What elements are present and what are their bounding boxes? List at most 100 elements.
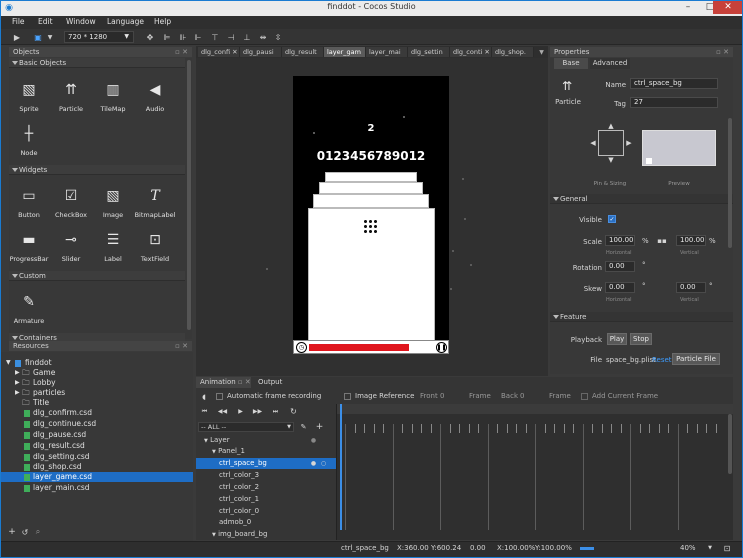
menu-file[interactable]: File	[12, 17, 25, 26]
tab-layer-main[interactable]: layer_mai ✕	[366, 47, 408, 66]
section-widgets[interactable]: Widgets	[9, 165, 185, 175]
object-sprite[interactable]: ▧ Sprite	[9, 80, 49, 120]
align-center-icon[interactable]: ⊪	[178, 32, 188, 42]
output-tab[interactable]: Output	[255, 377, 289, 388]
skew-v-input[interactable]: 0.00	[676, 282, 706, 293]
refresh-icon[interactable]: ↺	[20, 527, 30, 537]
panel-menu-icon[interactable]: ▫ ✕	[175, 341, 188, 351]
reset-link[interactable]: Reset	[652, 356, 672, 364]
tab-dlg-setting[interactable]: dlg_settin ✕	[408, 47, 450, 66]
arrow-left-icon[interactable]: ◀	[588, 139, 598, 147]
properties-tab-advanced[interactable]: Advanced	[590, 58, 630, 69]
align-top-icon[interactable]: ⊤	[210, 32, 220, 42]
object-audio[interactable]: ◀ Audio	[135, 80, 175, 120]
properties-scrollbar[interactable]	[728, 118, 732, 248]
rotation-input[interactable]: 0.00	[605, 261, 635, 272]
minimize-button[interactable]: –	[677, 0, 699, 14]
add-animation-icon[interactable]: +	[315, 422, 324, 432]
tab-dlg-shop[interactable]: dlg_shop. ✕	[492, 47, 534, 66]
arrow-down-icon[interactable]: ▼	[606, 156, 616, 164]
next-frame-icon[interactable]: ▶▶	[253, 407, 262, 416]
tab-dlg-confirm[interactable]: dlg_confi ✕	[198, 47, 240, 57]
panel-menu-icon[interactable]: ▫ ✕	[716, 47, 729, 57]
tree-file-dlg-continue[interactable]: dlg_continue.csd	[0, 419, 193, 429]
device-viewport[interactable]: 2 0123456789012 ◷ ❚❚	[293, 76, 449, 354]
distribute-v-icon[interactable]: ⇳	[273, 32, 283, 42]
align-bottom-icon[interactable]: ⊥	[242, 32, 252, 42]
tab-dlg-result[interactable]: dlg_result ✕	[282, 47, 324, 66]
first-frame-icon[interactable]: ⏮	[200, 407, 209, 416]
tree-folder-particles[interactable]: ▶ 🗀 particles	[0, 388, 193, 398]
widget-label[interactable]: ☰ Label	[93, 230, 133, 270]
tree-project[interactable]: ▼ finddot	[0, 358, 193, 368]
section-basic-objects[interactable]: Basic Objects	[9, 58, 185, 68]
tab-layer-game[interactable]: layer_gam ✕	[324, 47, 366, 66]
tab-dlg-pause[interactable]: dlg_pausi ✕	[240, 47, 282, 66]
timeline-row-panel[interactable]: ▼ Panel_1	[196, 446, 330, 457]
tree-file-layer-main[interactable]: layer_main.csd	[0, 483, 193, 493]
custom-armature[interactable]: ✎ Armature	[9, 292, 49, 332]
tree-file-dlg-setting[interactable]: dlg_setting.csd	[0, 452, 193, 462]
widget-textfield[interactable]: ⊡ TextField	[135, 230, 175, 270]
object-particle[interactable]: ⇈ Particle	[51, 80, 91, 120]
timeline-row-ctrl-color-3[interactable]: ctrl_color_3	[196, 470, 330, 481]
widget-progressbar[interactable]: ▬ ProgressBar	[9, 230, 49, 270]
particle-file-button[interactable]: Particle File	[672, 353, 720, 365]
scale-h-input[interactable]: 100.00	[605, 235, 635, 246]
timeline-row-ctrl-color-0[interactable]: ctrl_color_0	[196, 506, 330, 517]
menu-window[interactable]: Window	[66, 17, 96, 26]
align-middle-icon[interactable]: ⊣	[226, 32, 236, 42]
lock-icon[interactable]: ○	[320, 460, 327, 467]
tree-file-layer-game[interactable]: layer_game.csd	[0, 472, 193, 482]
menu-help[interactable]: Help	[154, 17, 171, 26]
close-button[interactable]: ✕	[713, 0, 743, 14]
stop-button[interactable]: Stop	[630, 333, 652, 345]
pause-icon[interactable]: ❚❚	[436, 342, 447, 353]
widget-image[interactable]: ▧ Image	[93, 186, 133, 226]
tab-dlg-continue[interactable]: dlg_conti ✕	[450, 47, 492, 57]
tree-file-dlg-confirm[interactable]: dlg_confirm.csd	[0, 408, 193, 418]
timeline-row-admob[interactable]: admob_0	[196, 517, 330, 528]
timeline-row-ctrl-color-1[interactable]: ctrl_color_1	[196, 494, 330, 505]
play-button[interactable]: Play	[607, 333, 627, 345]
scale-v-input[interactable]: 100.00	[676, 235, 706, 246]
arrow-up-icon[interactable]: ▲	[606, 122, 616, 130]
add-frame-checkbox[interactable]	[581, 393, 588, 400]
distribute-h-icon[interactable]: ⇹	[258, 32, 268, 42]
section-feature[interactable]: Feature	[550, 312, 733, 322]
eye-icon[interactable]: ●	[310, 437, 317, 444]
resolution-select[interactable]: 720 * 1280 ▼	[64, 31, 134, 43]
zoom-dropdown-icon[interactable]: ▼	[706, 544, 714, 552]
tree-folder-title[interactable]: 🗀 Title	[0, 398, 193, 408]
play-icon[interactable]: ▶	[12, 32, 22, 42]
timeline-row-ctrl-color-2[interactable]: ctrl_color_2	[196, 482, 330, 493]
widget-button[interactable]: ▭ Button	[9, 186, 49, 226]
loop-icon[interactable]: ↻	[289, 407, 298, 416]
skew-h-input[interactable]: 0.00	[605, 282, 635, 293]
edit-icon[interactable]: ✎	[299, 422, 308, 431]
visible-checkbox[interactable]: ✓	[608, 215, 616, 223]
widget-bitmaplabel[interactable]: T BitmapLabel	[135, 186, 176, 226]
add-icon[interactable]: +	[7, 527, 17, 537]
object-node[interactable]: ┼ Node	[9, 124, 49, 164]
align-left-icon[interactable]: ⊫	[162, 32, 172, 42]
timeline-playhead[interactable]	[340, 404, 342, 530]
record-icon[interactable]: ◖	[200, 392, 208, 401]
tree-folder-game[interactable]: ▶ 🗀 Game	[0, 368, 193, 378]
animation-tab[interactable]: Animation ▫ ✕	[196, 377, 251, 388]
fit-screen-icon[interactable]: ⊡	[722, 543, 732, 553]
timeline-scrollbar[interactable]	[728, 414, 732, 474]
section-custom[interactable]: Custom	[9, 271, 185, 281]
widget-slider[interactable]: ⊸ Slider	[51, 230, 91, 270]
close-icon[interactable]: ✕	[232, 48, 237, 56]
menu-edit[interactable]: Edit	[38, 17, 53, 26]
tree-file-dlg-result[interactable]: dlg_result.csd	[0, 441, 193, 451]
image-ref-checkbox[interactable]	[344, 393, 351, 400]
objects-scrollbar[interactable]	[187, 60, 191, 330]
auto-record-checkbox[interactable]	[216, 393, 223, 400]
widget-checkbox[interactable]: ☑ CheckBox	[51, 186, 91, 226]
zoom-value[interactable]: 40%	[680, 544, 696, 552]
back-value[interactable]: 0	[520, 392, 524, 400]
align-right-icon[interactable]: ⊩	[193, 32, 203, 42]
close-icon[interactable]: ▫ ✕	[238, 378, 251, 386]
